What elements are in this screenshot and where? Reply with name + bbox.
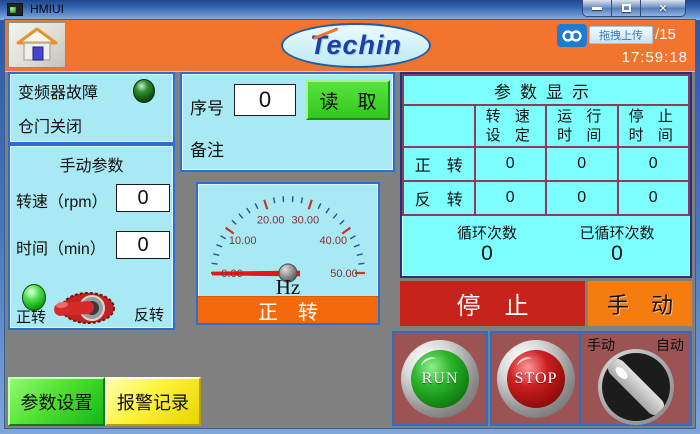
clock: 17:59:18 xyxy=(622,49,688,66)
svg-text:50.00: 50.00 xyxy=(330,268,358,280)
door-closed-label: 仓门关闭 xyxy=(18,113,82,137)
close-icon: ✕ xyxy=(658,2,667,15)
stop-status-banner: 停 止 xyxy=(400,281,585,326)
time-input[interactable]: 0 xyxy=(116,231,170,259)
speed-input[interactable]: 0 xyxy=(116,184,170,212)
svg-text:40.00: 40.00 xyxy=(320,235,348,247)
cloud-upload-icon[interactable] xyxy=(557,24,587,47)
row-label-reverse: 反 转 xyxy=(403,181,475,215)
hmi-screen: Techin 拖拽上传 /15 17:59:18 变频器故障 仓门关闭 xyxy=(5,20,695,428)
maximize-button[interactable] xyxy=(612,0,640,17)
rotation-status-bar: 正 转 xyxy=(198,296,378,323)
stop-button[interactable]: STOP xyxy=(497,340,575,418)
status-row-inverter: 变频器故障 xyxy=(10,74,173,108)
gauge-panel: Hz 0.00 10.0020.00 30.0040.00 50.00 正 转 xyxy=(196,182,380,325)
rotary-knob-icon xyxy=(602,353,670,421)
svg-text:0.00: 0.00 xyxy=(221,268,242,280)
status-panel: 变频器故障 仓门关闭 xyxy=(8,72,175,144)
serial-input[interactable]: 0 xyxy=(234,84,296,116)
direction-toggle-switch[interactable] xyxy=(54,290,116,326)
frequency-gauge: Hz 0.00 10.0020.00 30.0040.00 50.00 xyxy=(198,184,378,296)
caption-buttons: ✕ xyxy=(582,0,686,17)
header-bar: Techin 拖拽上传 /15 17:59:18 xyxy=(5,20,695,72)
brand-logo: Techin xyxy=(281,23,431,68)
inverter-fault-label: 变频器故障 xyxy=(18,79,98,103)
serial-label: 序号 xyxy=(190,94,224,119)
time-label: 时间（min） xyxy=(16,235,106,259)
param-table-corner-cell xyxy=(403,105,475,147)
inverter-fault-lamp-icon xyxy=(133,79,155,103)
mode-manual-label: 手动 xyxy=(587,335,615,355)
status-row-door: 仓门关闭 xyxy=(10,108,173,142)
mode-switch-panel: 手动 自动 xyxy=(579,331,692,426)
param-settings-button[interactable]: 参数设置 xyxy=(8,377,105,426)
svg-text:30.00: 30.00 xyxy=(292,215,320,227)
run-button-face: RUN xyxy=(411,350,469,408)
param-display-panel: 参数显示 转 速 设 定 运 行 时 间 停 止 时 间 xyxy=(400,72,692,278)
upload-badge[interactable]: 拖拽上传 xyxy=(589,26,653,44)
cycled-count-label: 已循环次数 xyxy=(552,222,682,243)
minimize-button[interactable] xyxy=(582,0,612,17)
param-table: 参数显示 转 速 设 定 运 行 时 间 停 止 时 间 xyxy=(402,74,690,216)
param-table-title: 参数显示 xyxy=(403,75,689,105)
col-header-runtime: 运 行 时 间 xyxy=(546,105,618,147)
window-frame: HMIUI ✕ Techin xyxy=(0,0,700,434)
read-button[interactable]: 读 取 xyxy=(306,80,390,120)
rev-speed-value: 0 xyxy=(475,181,547,215)
serial-panel: 序号 0 读 取 备注 xyxy=(180,72,395,172)
col-header-stoptime: 停 止 时 间 xyxy=(618,105,690,147)
titlebar[interactable]: HMIUI ✕ xyxy=(0,0,700,20)
reverse-direction-label: 反转 xyxy=(134,304,164,325)
gauge-unit-label: Hz xyxy=(276,275,301,296)
fwd-stoptime-value: 0 xyxy=(618,147,690,181)
manual-params-panel: 手动参数 转速（rpm） 0 时间（min） 0 正转 反转 xyxy=(8,144,175,330)
row-label-forward: 正 转 xyxy=(403,147,475,181)
rev-runtime-value: 0 xyxy=(546,181,618,215)
minimize-icon xyxy=(592,7,602,10)
maximize-icon xyxy=(622,4,631,12)
run-button[interactable]: RUN xyxy=(401,340,479,418)
speed-label: 转速（rpm） xyxy=(16,188,108,212)
window-title: HMIUI xyxy=(30,2,64,16)
home-button[interactable] xyxy=(8,22,66,68)
col-header-speed: 转 速 设 定 xyxy=(475,105,547,147)
table-row-forward: 正 转 0 0 0 xyxy=(403,147,689,181)
manual-params-title: 手动参数 xyxy=(10,152,173,176)
table-row-reverse: 反 转 0 0 0 xyxy=(403,181,689,215)
svg-text:10.00: 10.00 xyxy=(229,235,257,247)
remark-label: 备注 xyxy=(190,136,224,161)
app-icon xyxy=(7,3,23,16)
fwd-speed-value: 0 xyxy=(475,147,547,181)
cycled-count-value: 0 xyxy=(552,242,682,266)
forward-direction-label: 正转 xyxy=(16,306,46,327)
alarm-record-button[interactable]: 报警记录 xyxy=(105,377,201,426)
svg-text:20.00: 20.00 xyxy=(257,215,285,227)
page-indicator: /15 xyxy=(655,26,676,43)
cycle-count-label: 循环次数 xyxy=(422,222,552,243)
mode-auto-label: 自动 xyxy=(656,335,684,355)
home-icon xyxy=(16,27,58,63)
run-button-panel: RUN xyxy=(392,331,488,426)
stop-button-panel: STOP xyxy=(490,331,582,426)
mode-rotary-switch[interactable] xyxy=(598,349,674,425)
rev-stoptime-value: 0 xyxy=(618,181,690,215)
cycle-count-value: 0 xyxy=(422,242,552,266)
fwd-runtime-value: 0 xyxy=(546,147,618,181)
manual-mode-banner: 手 动 xyxy=(588,281,692,326)
close-button[interactable]: ✕ xyxy=(640,0,686,17)
stop-button-face: STOP xyxy=(507,350,565,408)
